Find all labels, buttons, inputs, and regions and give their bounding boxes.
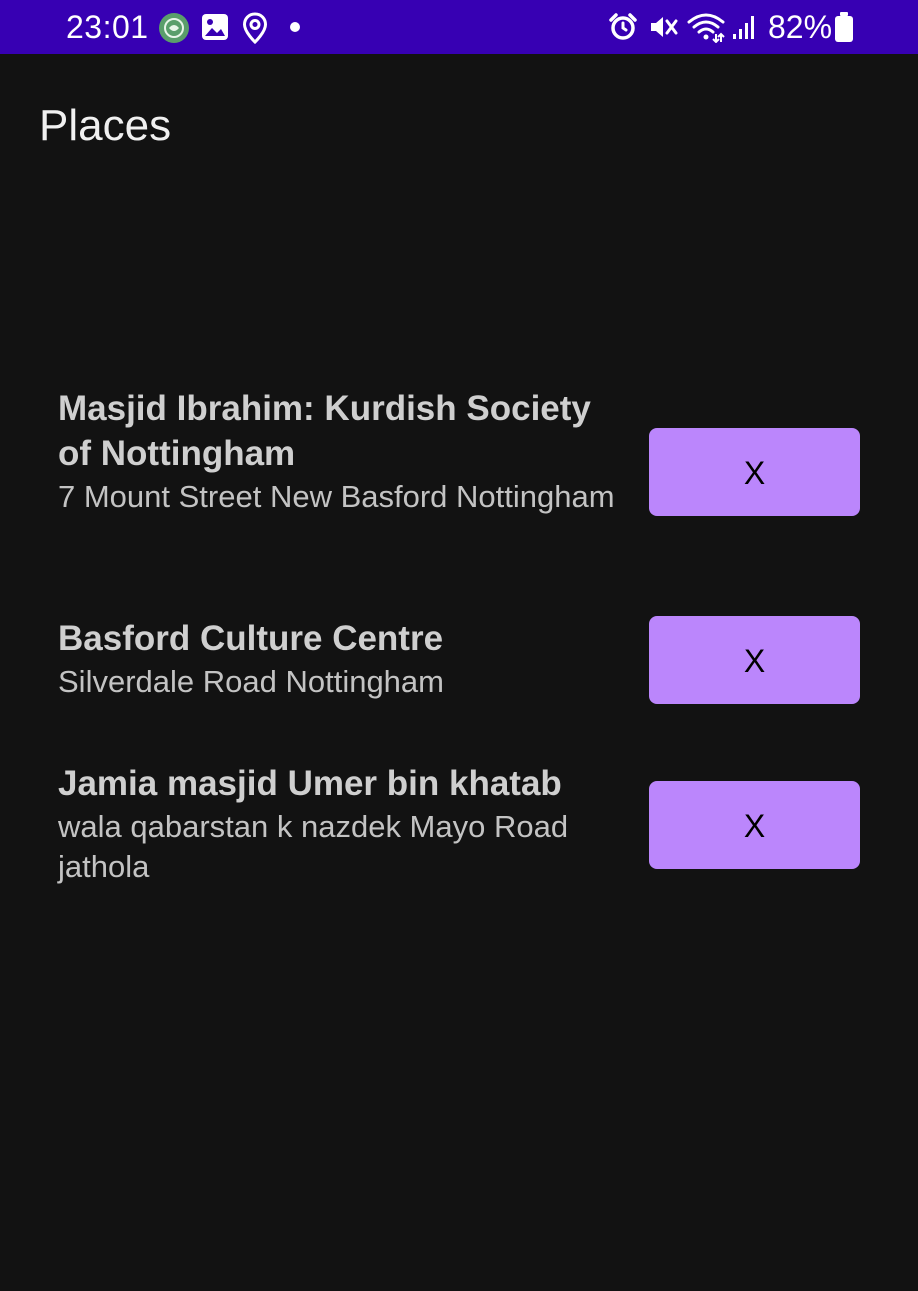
place-info: Jamia masjid Umer bin khatab wala qabars… bbox=[58, 761, 618, 887]
location-icon bbox=[242, 12, 268, 44]
remove-place-button[interactable]: X bbox=[649, 781, 860, 869]
place-name: Jamia masjid Umer bin khatab bbox=[58, 764, 562, 803]
place-info: Basford Culture Centre Silverdale Road N… bbox=[58, 616, 618, 702]
place-address: wala qabarstan k nazdek Mayo Road jathol… bbox=[58, 809, 569, 884]
battery-icon bbox=[835, 12, 853, 42]
alarm-icon bbox=[609, 13, 637, 40]
remove-place-button[interactable]: X bbox=[649, 616, 860, 704]
place-address: 7 Mount Street New Basford Nottingham bbox=[58, 479, 615, 514]
list-item: Masjid Ibrahim: Kurdish Society of Notti… bbox=[58, 386, 860, 566]
list-item: Jamia masjid Umer bin khatab wala qabars… bbox=[58, 761, 860, 901]
page-title: Places bbox=[39, 101, 172, 150]
list-item: Basford Culture Centre Silverdale Road N… bbox=[58, 616, 860, 716]
quran-app-icon bbox=[159, 13, 189, 43]
place-address: Silverdale Road Nottingham bbox=[58, 664, 444, 699]
place-info: Masjid Ibrahim: Kurdish Society of Notti… bbox=[58, 386, 618, 517]
battery-percent: 82% bbox=[768, 9, 833, 45]
status-bar: 23:01 82% bbox=[0, 0, 918, 54]
vibrate-mute-icon bbox=[651, 17, 678, 37]
remove-place-button[interactable]: X bbox=[649, 428, 860, 516]
gallery-icon bbox=[202, 14, 228, 40]
place-name: Basford Culture Centre bbox=[58, 619, 444, 658]
notification-dot-icon bbox=[290, 22, 300, 32]
status-time: 23:01 bbox=[66, 9, 149, 45]
place-name: Masjid Ibrahim: Kurdish Society of Notti… bbox=[58, 389, 591, 473]
signal-icon bbox=[733, 16, 754, 39]
wifi-icon bbox=[687, 13, 725, 43]
